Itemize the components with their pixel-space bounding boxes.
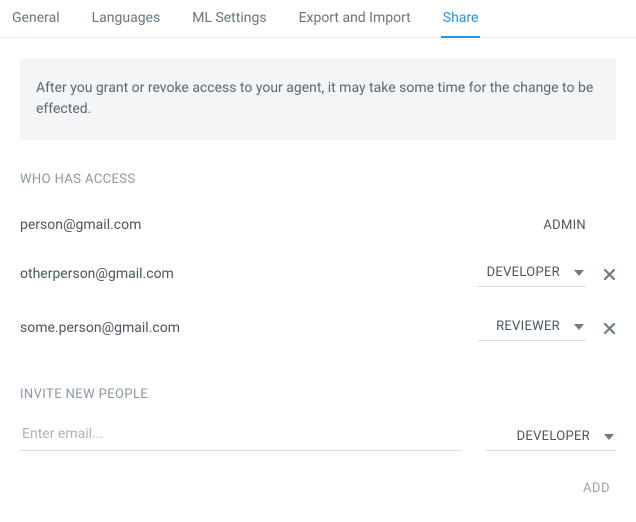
access-email: some.person@gmail.com — [20, 320, 478, 336]
access-heading: WHO HAS ACCESS — [20, 172, 616, 187]
remove-access-button[interactable] — [604, 269, 616, 280]
access-row: otherperson@gmail.com DEVELOPER — [20, 247, 616, 301]
invite-role-value: DEVELOPER — [517, 429, 590, 444]
access-email: person@gmail.com — [20, 217, 526, 233]
tabs-bar: General Languages ML Settings Export and… — [0, 0, 636, 38]
access-email: otherperson@gmail.com — [20, 266, 477, 282]
tab-share[interactable]: Share — [441, 10, 481, 38]
invite-role-select[interactable]: DEVELOPER — [486, 425, 616, 451]
tab-languages[interactable]: Languages — [90, 10, 163, 38]
access-role-label: ADMIN — [526, 218, 586, 233]
invite-email-input[interactable] — [20, 418, 462, 451]
invite-row: DEVELOPER — [20, 418, 616, 451]
add-button[interactable]: ADD — [577, 475, 616, 502]
access-role-value: DEVELOPER — [487, 265, 560, 280]
caret-down-icon — [574, 270, 584, 276]
remove-access-button[interactable] — [604, 323, 616, 334]
tab-general[interactable]: General — [10, 10, 62, 38]
tab-export-import[interactable]: Export and Import — [297, 10, 413, 38]
caret-down-icon — [604, 434, 614, 440]
access-row: some.person@gmail.com REVIEWER — [20, 301, 616, 355]
access-row: person@gmail.com ADMIN — [20, 203, 616, 247]
caret-down-icon — [574, 324, 584, 330]
access-role-select[interactable]: REVIEWER — [478, 315, 586, 341]
access-role-value: REVIEWER — [496, 319, 560, 334]
notice-banner: After you grant or revoke access to your… — [20, 58, 616, 140]
share-panel: After you grant or revoke access to your… — [0, 38, 636, 522]
tab-ml-settings[interactable]: ML Settings — [190, 10, 268, 38]
invite-heading: INVITE NEW PEOPLE — [20, 387, 616, 402]
access-role-select[interactable]: DEVELOPER — [477, 261, 586, 287]
